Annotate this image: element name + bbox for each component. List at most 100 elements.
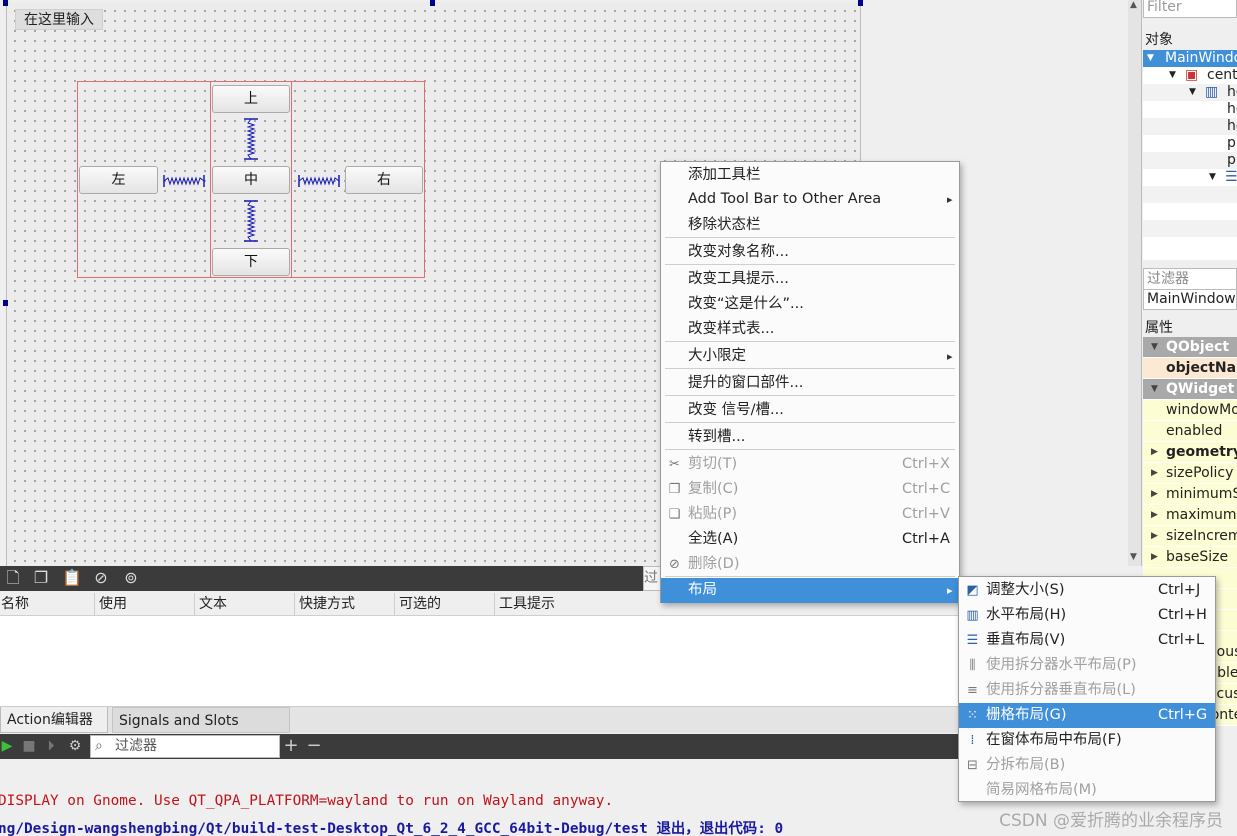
property-row[interactable]: ▶ baseSize bbox=[1143, 547, 1237, 568]
push-button-right[interactable]: 右 bbox=[345, 166, 423, 194]
menu-item-change-stylesheet[interactable]: 改变样式表... bbox=[661, 317, 959, 342]
menu-item-paste[interactable]: ❏ 粘贴(P) Ctrl+V bbox=[661, 502, 959, 527]
tree-row[interactable]: ▼☰verticalLayout bbox=[1143, 169, 1237, 186]
vertical-spacer-top[interactable] bbox=[243, 118, 259, 160]
push-button-left[interactable]: 左 bbox=[79, 166, 158, 194]
run-icon[interactable]: ▶ bbox=[0, 737, 16, 755]
horizontal-layout-icon: ▥ bbox=[966, 608, 979, 623]
menu-item-change-whatsthis[interactable]: 改变“这是什么”... bbox=[661, 292, 959, 317]
menu-item-promoted-widgets[interactable]: 提升的窗口部件... bbox=[661, 371, 959, 396]
menu-item-add-toolbar[interactable]: 添加工具栏 bbox=[661, 163, 959, 188]
column-header-shortcut[interactable]: 快捷方式 bbox=[294, 593, 394, 615]
vertical-scrollbar[interactable]: ▲ ▼ bbox=[1128, 0, 1142, 566]
menu-item-form-layout[interactable]: ⁞ 在窗体布局中布局(F) bbox=[959, 728, 1215, 753]
menu-separator bbox=[665, 395, 955, 396]
menu-item-adjust-size[interactable]: ◩ 调整大小(S) Ctrl+J bbox=[959, 578, 1215, 603]
output-filter-input[interactable]: ⌕ 过滤器 bbox=[90, 735, 280, 758]
remove-icon[interactable]: − bbox=[305, 737, 323, 755]
push-button-center[interactable]: 中 bbox=[212, 166, 290, 194]
menu-item-select-all[interactable]: 全选(A) Ctrl+A bbox=[661, 527, 959, 552]
menu-item-change-object-name[interactable]: 改变对象名称... bbox=[661, 240, 959, 265]
column-header-used[interactable]: 使用 bbox=[94, 593, 194, 615]
property-group-qwidget[interactable]: ▼ QWidget bbox=[1143, 379, 1237, 400]
scroll-up-icon[interactable]: ▲ bbox=[1130, 0, 1137, 10]
step-icon[interactable]: ⏵ bbox=[42, 737, 60, 755]
property-filter-input[interactable]: 过滤器 bbox=[1143, 268, 1237, 290]
menu-item-splitter-horizontal[interactable]: ⫼ 使用拆分器水平布局(P) bbox=[959, 653, 1215, 678]
property-class-label: MainWindow : QMainWindow bbox=[1143, 290, 1237, 310]
settings-icon[interactable]: ⊚ bbox=[122, 569, 140, 587]
new-action-icon[interactable]: 🗋 bbox=[4, 569, 22, 587]
tree-row[interactable]: horizontalSpacer_2 bbox=[1143, 118, 1237, 135]
property-row[interactable]: ▶ sizePolicy bbox=[1143, 463, 1237, 484]
property-row[interactable]: ▶ geometry bbox=[1143, 442, 1237, 463]
horizontal-spacer-right[interactable] bbox=[298, 174, 340, 188]
tab-action-editor[interactable]: Action编辑器 bbox=[0, 707, 108, 733]
menu-item-vertical-layout[interactable]: ☰ 垂直布局(V) Ctrl+L bbox=[959, 628, 1215, 653]
column-header-checkable[interactable]: 可选的 bbox=[394, 593, 494, 615]
layout-submenu: ◩ 调整大小(S) Ctrl+J ▥ 水平布局(H) Ctrl+H ☰ 垂直布局(V) Ct… bbox=[958, 576, 1216, 802]
action-filter-input[interactable]: 过 bbox=[643, 566, 661, 591]
selection-handle[interactable] bbox=[858, 0, 863, 6]
qt-designer-window: 在这里输入 上 左 中 右 下 🗋 ❐ 📋 ⊘ ⊚ 过 名称 使用 文本 快捷方… bbox=[0, 0, 1237, 836]
property-row[interactable]: enabled bbox=[1143, 421, 1237, 442]
copy-action-icon[interactable]: ❐ bbox=[32, 569, 50, 587]
context-menu: 添加工具栏 Add Tool Bar to Other Area ▸ 移除状态栏 … bbox=[660, 161, 960, 603]
push-button-up[interactable]: 上 bbox=[212, 85, 290, 113]
menu-item-add-toolbar-other-area[interactable]: Add Tool Bar to Other Area ▸ bbox=[661, 187, 959, 212]
property-row[interactable]: ▶sizeIncrement bbox=[1143, 526, 1237, 547]
menu-item-grid-layout[interactable]: ⁙ 栅格布局(G) Ctrl+G bbox=[959, 703, 1215, 728]
selection-handle[interactable] bbox=[3, 300, 8, 306]
horizontal-splitter-icon: ⫼ bbox=[969, 658, 976, 673]
selection-handle[interactable] bbox=[3, 0, 8, 6]
tab-signals-slots-editor[interactable]: Signals and Slots Editor bbox=[112, 707, 290, 755]
push-button-down[interactable]: 下 bbox=[212, 248, 290, 276]
tree-row[interactable]: pushButton bbox=[1143, 135, 1237, 152]
property-row[interactable]: ▶maximumSize bbox=[1143, 505, 1237, 526]
filter-placeholder: 过滤器 bbox=[115, 738, 157, 754]
menu-item-layout[interactable]: 布局 ▸ bbox=[661, 578, 959, 603]
paste-action-icon[interactable]: 📋 bbox=[62, 569, 82, 587]
gear-icon[interactable]: ⚙ bbox=[66, 737, 84, 755]
scroll-down-icon[interactable]: ▼ bbox=[1130, 552, 1137, 562]
horizontal-spacer-left[interactable] bbox=[163, 174, 205, 188]
tree-row[interactable]: pushButton_2 bbox=[1143, 152, 1237, 169]
menu-item-go-to-slot[interactable]: 转到槽... bbox=[661, 425, 959, 450]
menu-item-remove-statusbar[interactable]: 移除状态栏 bbox=[661, 213, 959, 238]
adjust-size-icon: ◩ bbox=[966, 583, 979, 598]
add-icon[interactable]: + bbox=[282, 737, 300, 755]
menu-item-copy[interactable]: ❐ 复制(C) Ctrl+C bbox=[661, 477, 959, 502]
scissors-icon: ✂ bbox=[669, 457, 680, 472]
property-row[interactable]: ▶minimumSize bbox=[1143, 484, 1237, 505]
tree-row[interactable]: ▼▥horizontalLayout bbox=[1143, 84, 1237, 101]
tree-row[interactable]: horizontalSpacer bbox=[1143, 101, 1237, 118]
action-list[interactable] bbox=[0, 616, 961, 706]
dock-tab-bar: Action编辑器 Signals and Slots Editor bbox=[0, 706, 961, 755]
delete-action-icon[interactable]: ⊘ bbox=[92, 569, 110, 587]
menu-item-delete[interactable]: ⊘ 删除(D) bbox=[661, 552, 959, 577]
stop-icon[interactable]: ■ bbox=[20, 737, 38, 755]
tree-row[interactable]: ▼▣centralwidget bbox=[1143, 67, 1237, 84]
vertical-spacer-bottom[interactable] bbox=[243, 200, 259, 242]
property-row[interactable]: windowModality bbox=[1143, 400, 1237, 421]
menu-item-change-signals-slots[interactable]: 改变 信号/槽... bbox=[661, 398, 959, 423]
menu-item-splitter-vertical[interactable]: ≡ 使用拆分器垂直布局(L) bbox=[959, 678, 1215, 703]
column-header-text[interactable]: 文本 bbox=[194, 593, 294, 615]
menu-item-break-layout[interactable]: ⊟ 分拆布局(B) bbox=[959, 753, 1215, 778]
menu-separator bbox=[665, 449, 955, 450]
tree-row[interactable]: ▼MainWindow bbox=[1143, 50, 1237, 67]
object-tree[interactable]: ▼MainWindow ▼▣centralwidget ▼▥horizontal… bbox=[1143, 50, 1237, 260]
property-row[interactable]: objectName bbox=[1143, 358, 1237, 379]
menubar-type-here[interactable]: 在这里输入 bbox=[15, 9, 103, 30]
menu-item-size-constraints[interactable]: 大小限定 ▸ bbox=[661, 344, 959, 369]
property-group-qobject[interactable]: ▼ QObject bbox=[1143, 337, 1237, 358]
menu-separator bbox=[665, 237, 955, 238]
menu-item-horizontal-layout[interactable]: ▥ 水平布局(H) Ctrl+H bbox=[959, 603, 1215, 628]
menu-item-cut[interactable]: ✂ 剪切(T) Ctrl+X bbox=[661, 452, 959, 477]
menu-item-change-tooltip[interactable]: 改变工具提示... bbox=[661, 267, 959, 292]
action-editor-toolbar: 🗋 ❐ 📋 ⊘ ⊚ bbox=[0, 566, 643, 591]
object-filter-input[interactable]: Filter bbox=[1143, 0, 1237, 18]
column-header-name[interactable]: 名称 bbox=[0, 593, 92, 615]
selection-handle[interactable] bbox=[430, 0, 435, 6]
menu-item-simplify-grid[interactable]: 简易网格布局(M) bbox=[959, 778, 1215, 803]
